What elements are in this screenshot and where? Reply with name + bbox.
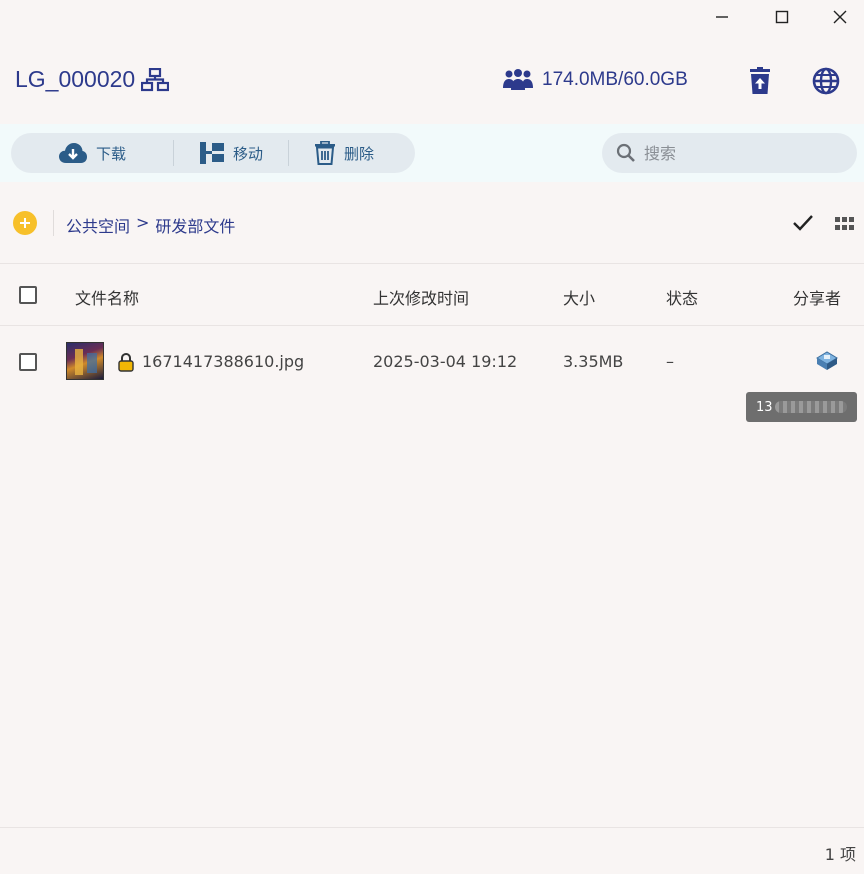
maximize-button[interactable] — [771, 6, 793, 28]
minimize-icon — [716, 16, 728, 18]
file-thumbnail — [66, 342, 104, 380]
lock-icon — [118, 352, 134, 376]
add-button[interactable] — [13, 211, 37, 235]
column-header-modified[interactable]: 上次修改时间 — [373, 285, 469, 309]
sharer-tooltip-text: 13 — [756, 399, 773, 415]
footer-divider — [0, 827, 864, 828]
search-input[interactable] — [644, 143, 834, 163]
recycle-bin-button[interactable] — [745, 66, 775, 96]
minimize-button[interactable] — [711, 6, 733, 28]
globe-icon — [812, 67, 840, 95]
file-name[interactable]: 1671417388610.jpg — [142, 352, 304, 371]
breadcrumb: 公共空间 > 研发部文件 — [66, 213, 235, 237]
column-header-status[interactable]: 状态 — [666, 285, 698, 309]
row-checkbox[interactable] — [19, 353, 37, 371]
select-all-checkbox[interactable] — [19, 286, 37, 304]
workspace-title: LG_000020 — [15, 66, 170, 93]
file-size: 3.35MB — [563, 352, 624, 371]
delete-button[interactable]: 删除 — [289, 133, 399, 173]
action-toolbar: 下载 移动 删除 — [11, 133, 415, 173]
workspace-name: LG_000020 — [15, 66, 136, 92]
search-icon — [616, 143, 635, 162]
recycle-upload-icon — [750, 67, 770, 94]
breadcrumb-item-rd-files[interactable]: 研发部文件 — [155, 213, 235, 237]
trash-icon — [314, 141, 335, 165]
grid-view-button[interactable] — [835, 216, 855, 230]
select-mode-button[interactable] — [791, 212, 815, 234]
column-header-name[interactable]: 文件名称 — [75, 285, 139, 309]
search-box — [602, 133, 857, 173]
storage-text: 174.0MB/60.0GB — [542, 69, 688, 90]
breadcrumb-divider — [53, 210, 54, 236]
language-button[interactable] — [811, 66, 841, 96]
move-label: 移动 — [232, 144, 263, 163]
breadcrumb-separator: > — [136, 213, 150, 232]
breadcrumb-item-public-space[interactable]: 公共空间 — [66, 213, 130, 237]
download-label: 下载 — [95, 144, 126, 163]
checkmark-icon — [793, 215, 813, 231]
divider — [0, 263, 864, 264]
plus-icon — [20, 218, 30, 228]
download-button[interactable]: 下载 — [11, 133, 173, 173]
storage-usage: 174.0MB/60.0GB — [502, 68, 688, 92]
close-button[interactable] — [829, 6, 851, 28]
close-icon — [833, 10, 847, 24]
cloud-download-icon — [58, 143, 87, 163]
column-header-sharer[interactable]: 分享者 — [793, 285, 841, 309]
redacted-text — [774, 401, 847, 413]
move-button[interactable]: 移动 — [174, 133, 288, 173]
file-status: – — [666, 352, 674, 371]
sharer-avatar-icon[interactable] — [815, 350, 839, 372]
users-icon — [503, 69, 533, 90]
maximize-icon — [775, 10, 789, 24]
file-modified: 2025-03-04 19:12 — [373, 352, 518, 371]
delete-label: 删除 — [343, 144, 374, 163]
network-icon — [141, 67, 170, 91]
move-icon — [199, 142, 224, 164]
item-count: 1 项 — [824, 845, 856, 864]
sharer-tooltip: 13 — [746, 392, 857, 422]
column-header-size[interactable]: 大小 — [563, 285, 595, 309]
grid-view-icon — [835, 217, 854, 230]
